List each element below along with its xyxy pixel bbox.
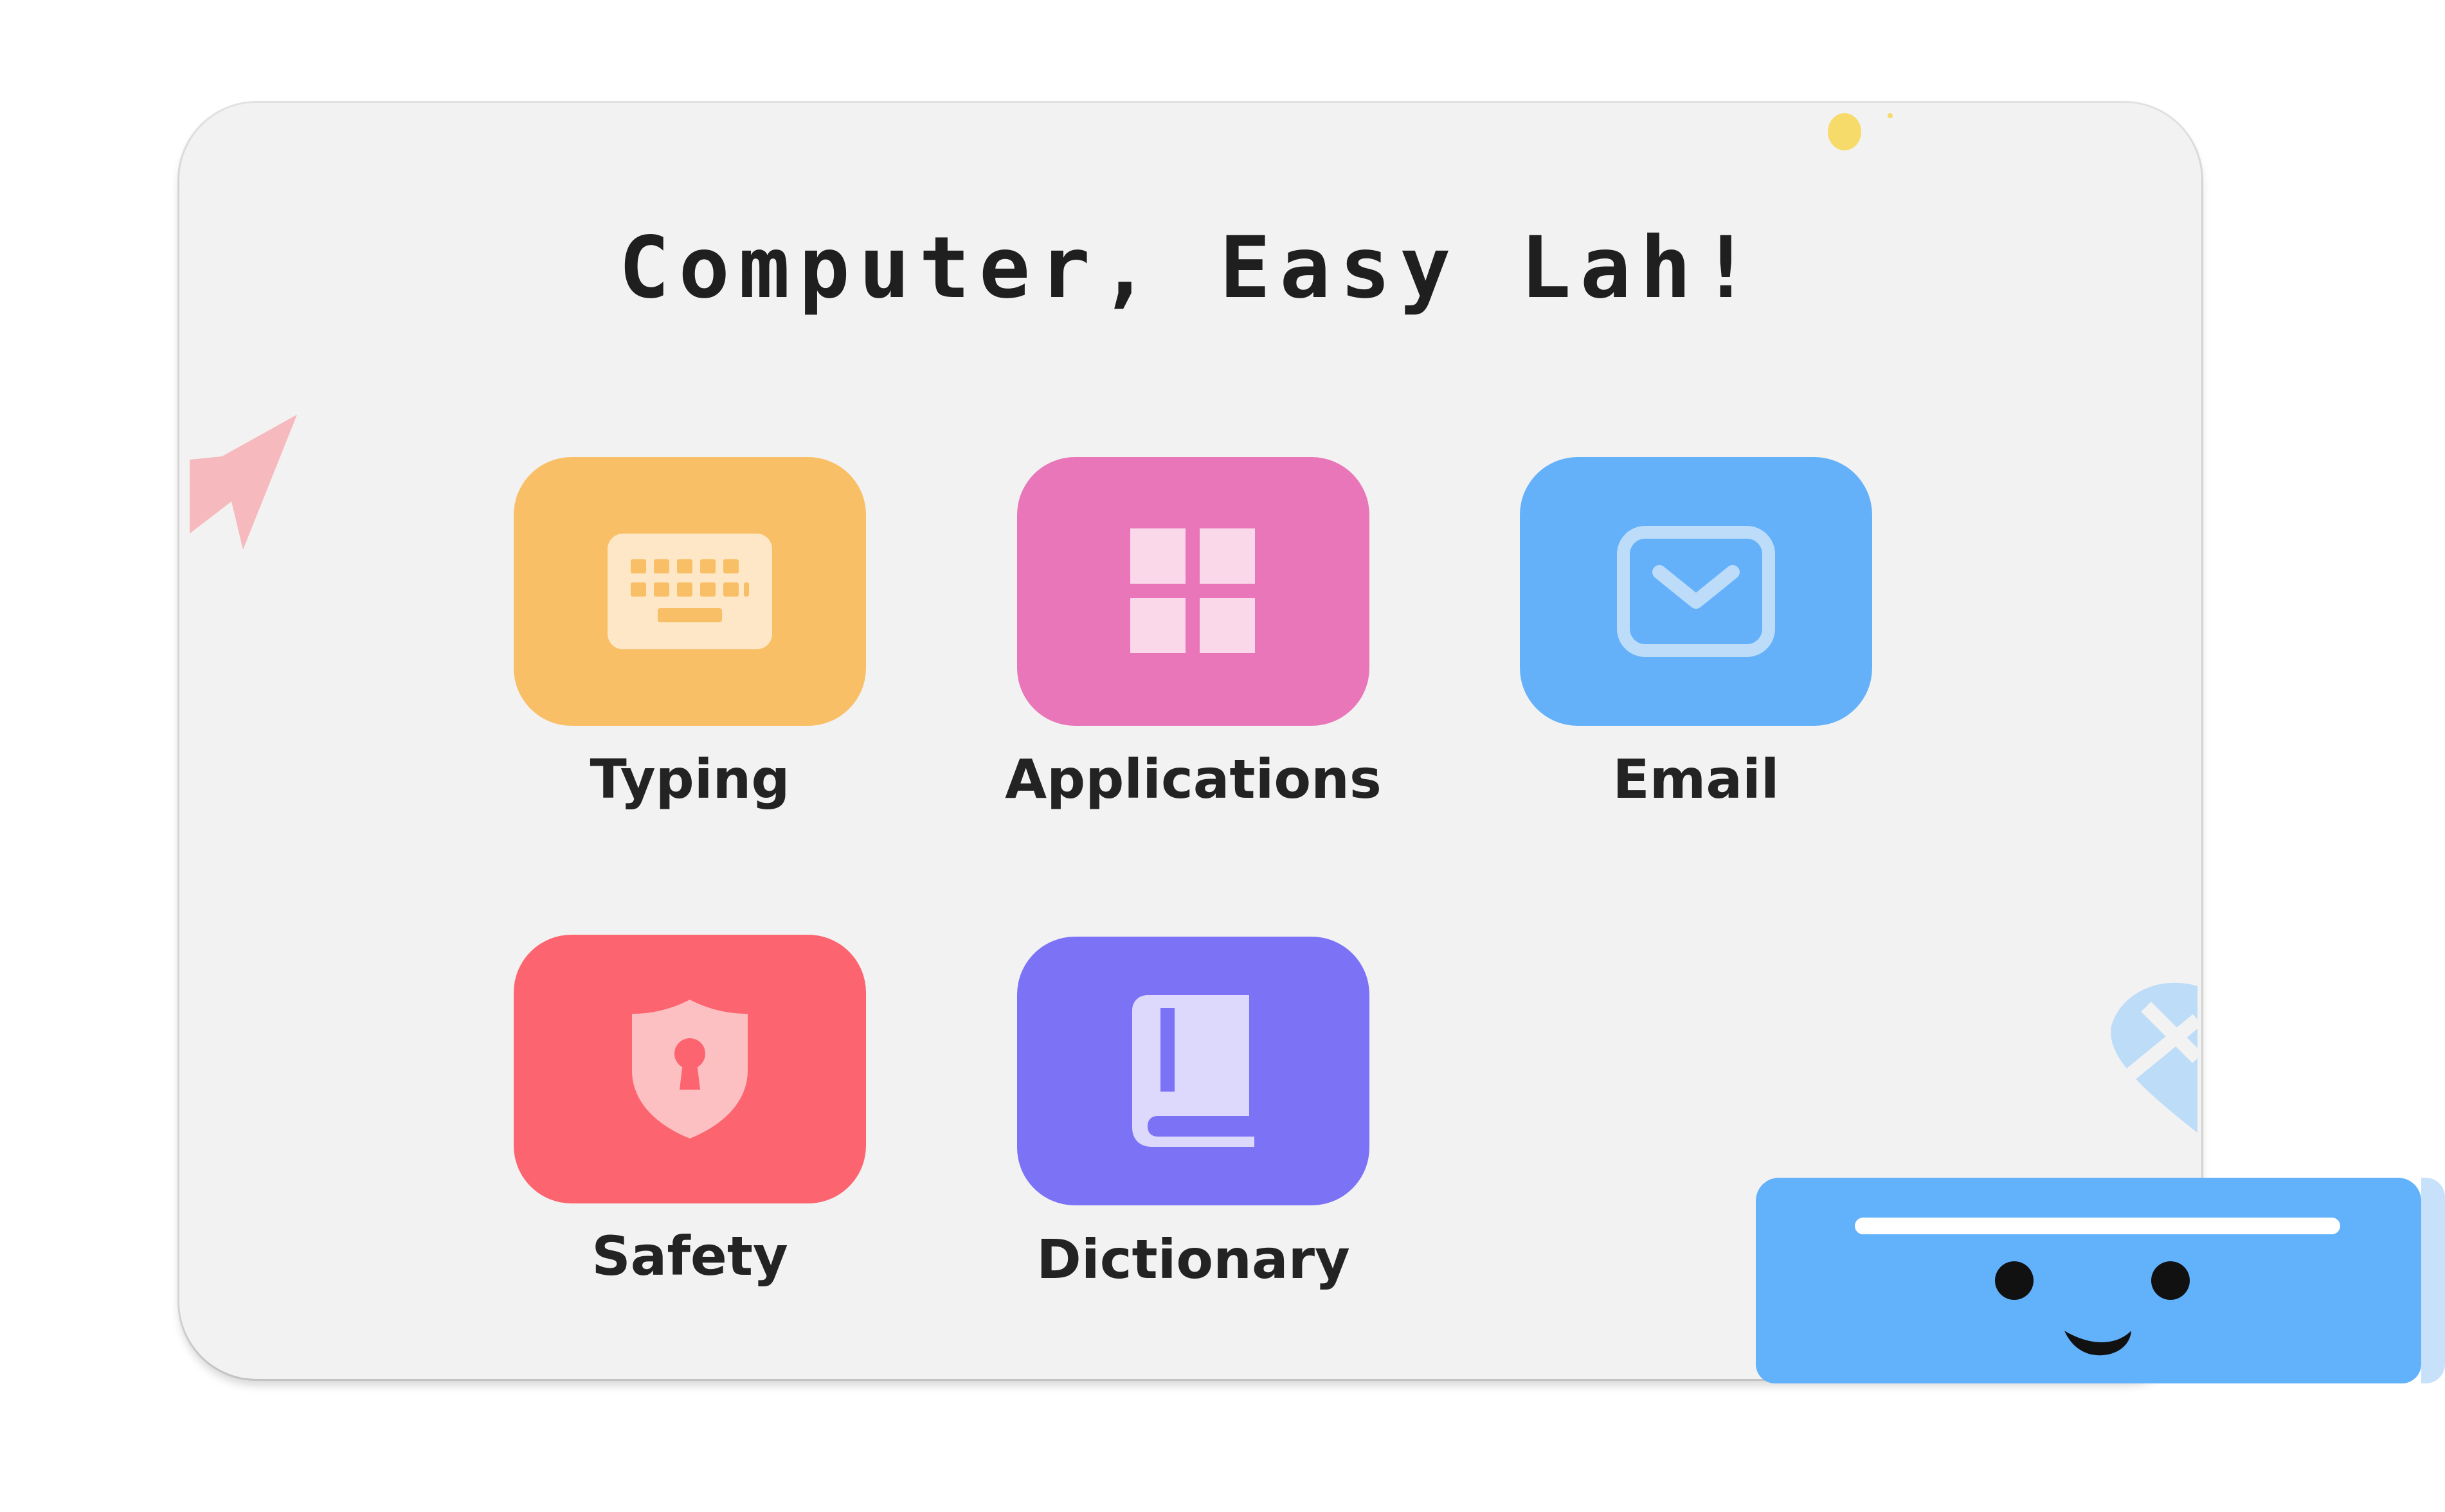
mascot-side-shade: [2421, 1178, 2445, 1383]
grid-icon: [1130, 528, 1255, 653]
cursor-arrow-icon: [190, 415, 297, 550]
book-icon: [1132, 995, 1254, 1147]
applications-label: Applications: [1005, 748, 1382, 811]
shield-lock-icon: [632, 1000, 748, 1138]
mascot-face: [1855, 1218, 2340, 1356]
stage: Computer, Easy Lah! Typing Applications …: [0, 0, 2445, 1512]
yellow-spark-decoration: [1888, 113, 1893, 118]
email-label: Email: [1612, 748, 1780, 811]
email-tile[interactable]: [1520, 457, 1872, 726]
smiling-block-mascot: [1756, 1178, 2421, 1383]
typing-label: Typing: [590, 748, 790, 811]
applications-tile[interactable]: [1017, 457, 1369, 726]
safety-label: Safety: [591, 1225, 788, 1288]
yellow-dot-decoration: [1828, 113, 1861, 150]
page-title: Computer, Easy Lah!: [618, 219, 1760, 318]
blue-shape-decoration: [2111, 982, 2197, 1133]
dictionary-label: Dictionary: [1036, 1228, 1350, 1291]
typing-tile[interactable]: [514, 457, 866, 726]
safety-tile[interactable]: [514, 935, 866, 1203]
keyboard-icon: [608, 534, 772, 649]
envelope-icon: [1617, 526, 1775, 657]
dictionary-tile[interactable]: [1017, 937, 1369, 1205]
